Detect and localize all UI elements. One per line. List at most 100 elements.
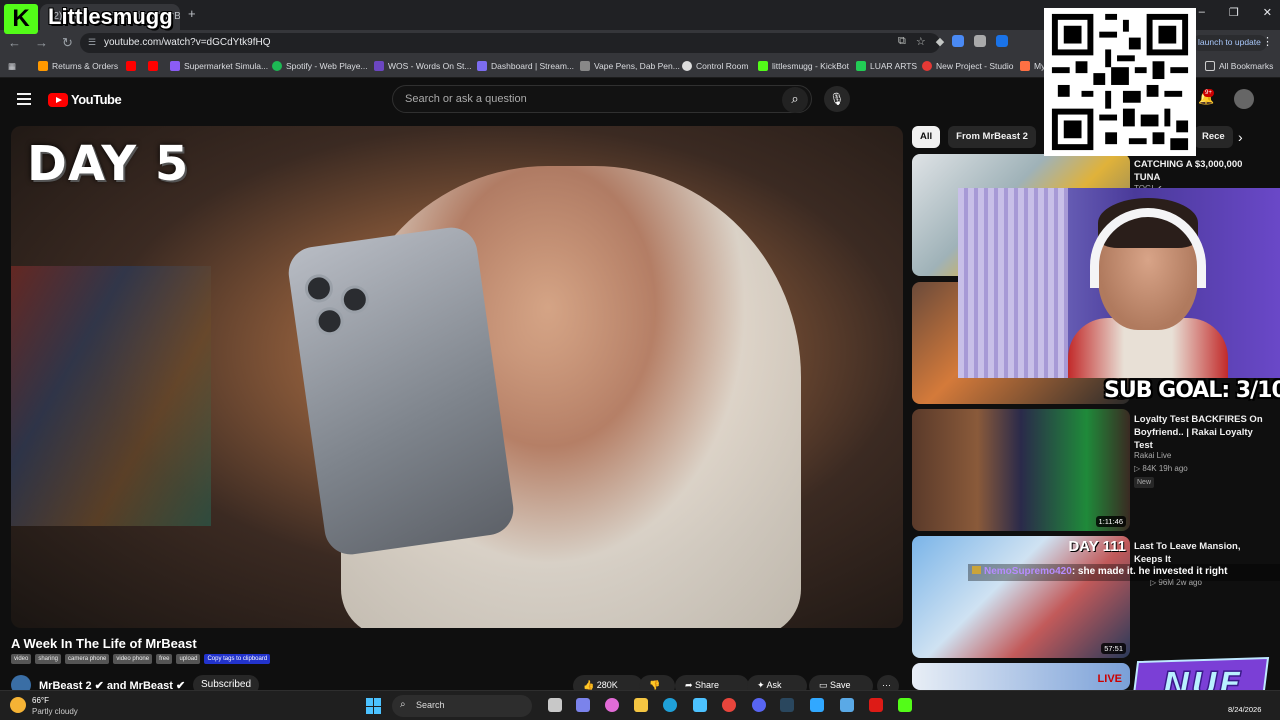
tag-chip[interactable]: free	[156, 654, 173, 664]
youtube-logo-text: YouTube	[71, 92, 122, 107]
video-overlay-text: DAY 5	[27, 136, 190, 192]
windows-start-icon[interactable]	[366, 698, 382, 714]
tag-chip[interactable]: camera phone	[65, 654, 110, 664]
steam-icon[interactable]	[780, 698, 794, 712]
bookmark-item[interactable]: Dashboard | Stream...	[477, 61, 574, 71]
angular-icon[interactable]	[869, 698, 883, 712]
apps-grid-icon[interactable]: ▦	[8, 61, 16, 72]
video-duration: 1:11:46	[1095, 516, 1126, 527]
chip-recent[interactable]: Rece	[1194, 126, 1233, 148]
bookmark-star-icon[interactable]: ☆	[916, 35, 926, 48]
phone-camera-lens	[303, 272, 335, 305]
photoshop-icon[interactable]	[810, 698, 824, 712]
new-tab-button[interactable]: +	[188, 6, 196, 21]
chevron-right-icon[interactable]: ›	[1238, 129, 1243, 145]
youtube-logo[interactable]: YouTube	[48, 92, 122, 107]
task-view-icon[interactable]	[548, 698, 562, 712]
search-icon: ⌕	[400, 699, 406, 710]
forward-icon[interactable]: →	[35, 35, 48, 51]
bookmark-youtube-icon[interactable]	[126, 61, 136, 71]
bookmark-item[interactable]: My	[1020, 61, 1045, 71]
close-icon[interactable]: ✕	[1263, 6, 1272, 19]
avatar[interactable]	[1234, 89, 1254, 109]
webcam-window-blind	[958, 188, 1068, 378]
tag-chip[interactable]: upload	[176, 654, 201, 664]
tag-chip[interactable]: video	[11, 654, 32, 664]
store-icon[interactable]	[693, 698, 707, 712]
new-badge: New	[1134, 477, 1155, 488]
channel-name[interactable]: Rakai Live	[1134, 451, 1171, 460]
minimize-icon[interactable]: –	[1199, 6, 1205, 19]
install-app-icon[interactable]: ⧉	[898, 35, 906, 48]
hamburger-menu-icon[interactable]	[17, 93, 31, 108]
bookmark-youtube-icon[interactable]	[148, 61, 158, 71]
tag-chip[interactable]: video phone	[113, 654, 153, 664]
chrome-icon[interactable]	[722, 698, 736, 712]
video-meta: ▷ 84K 19h ago	[1134, 464, 1188, 473]
qr-code	[1044, 8, 1196, 156]
teams-icon[interactable]	[576, 698, 590, 712]
bookmark-item[interactable]: Supermarket Simula...	[170, 61, 268, 71]
notepad-icon[interactable]	[840, 698, 854, 712]
chip-all[interactable]: All	[912, 126, 941, 148]
taskbar-date: 8/24/2026	[1228, 705, 1262, 714]
copilot-icon[interactable]	[605, 698, 619, 712]
extension-icon[interactable]	[952, 35, 964, 47]
browser-menu-icon[interactable]: ⋮	[1262, 35, 1273, 48]
weather-temperature: 66°F	[32, 696, 49, 705]
video-title: A Week In The Life of MrBeast	[11, 636, 197, 651]
chip-from-channel[interactable]: From MrBeast 2	[948, 126, 1036, 148]
video-title[interactable]: Loyalty Test BACKFIRES On Boyfriend.. | …	[1134, 413, 1268, 452]
share-label: Share	[695, 680, 720, 690]
video-thumbnail[interactable]: LIVE	[912, 663, 1130, 690]
video-tags: video sharing camera phone video phone f…	[11, 654, 271, 664]
file-explorer-icon[interactable]	[634, 698, 648, 712]
url-bar[interactable]: ☰ youtube.com/watch?v=dGCdYtk9fHQ	[80, 33, 940, 53]
thumbs-up-icon: 👍	[583, 680, 597, 690]
bookmark-item[interactable]: New Project - Studio	[922, 61, 1013, 71]
chat-badge-icon	[972, 566, 981, 574]
ask-label: Ask	[766, 680, 782, 690]
discord-icon[interactable]	[752, 698, 766, 712]
bookmark-item[interactable]: LUAR ARTS	[856, 61, 917, 71]
site-info-icon[interactable]: ☰	[88, 37, 96, 48]
search-input[interactable]: Search or ask a question	[392, 85, 812, 113]
weather-sun-icon	[10, 697, 26, 713]
bookmark-item[interactable]: littlesmugg - KickBot	[758, 61, 849, 71]
extension-icon[interactable]	[974, 35, 986, 47]
save-icon: ▭	[819, 680, 831, 690]
save-label: Save	[830, 680, 851, 690]
bookmark-item[interactable]: Vape Pens, Dab Pen...	[580, 61, 680, 71]
extension-icon[interactable]	[996, 35, 1008, 47]
update-button[interactable]: launch to update	[1192, 35, 1267, 51]
bookmark-item[interactable]: Control Room	[682, 61, 748, 71]
microphone-icon[interactable]: 🎙	[824, 86, 850, 112]
edge-icon[interactable]	[663, 698, 677, 712]
taskbar-search[interactable]: ⌕ Search	[392, 695, 532, 717]
bookmark-item[interactable]: WOS - Words On St...	[374, 61, 471, 71]
all-bookmarks[interactable]: All Bookmarks	[1205, 61, 1273, 71]
video-thumbnail[interactable]: DAY 111 57:51	[912, 536, 1130, 658]
tag-chip[interactable]: sharing	[35, 654, 62, 664]
streamer-name: Littlesmugg	[48, 4, 173, 29]
reload-icon[interactable]: ↻	[62, 35, 73, 51]
copy-tags-button[interactable]: Copy tags to clipboard	[204, 654, 271, 664]
chat-message: NemoSupremo420: she made it. he invested…	[968, 564, 1280, 581]
maximize-icon[interactable]: ❐	[1229, 6, 1239, 19]
video-title[interactable]: Last To Leave Mansion, Keeps It	[1134, 540, 1268, 566]
windows-taskbar: 66°F Partly cloudy ⌕ Search 8/24/2026	[0, 690, 1280, 720]
sub-goal-text: SUB GOAL: 3/10	[1104, 378, 1280, 403]
video-player[interactable]: DAY 5	[11, 126, 903, 628]
extension-icon[interactable]: ◆	[936, 35, 944, 48]
thumbs-down-icon: 👎	[649, 680, 661, 690]
back-icon[interactable]: ←	[8, 35, 21, 51]
search-icon[interactable]: ⌕	[782, 87, 808, 113]
kick-app-icon[interactable]	[898, 698, 912, 712]
taskbar-search-label: Search	[416, 700, 445, 710]
extensions-area	[952, 35, 1008, 47]
video-title[interactable]: CATCHING A $3,000,000 TUNA	[1134, 158, 1268, 184]
video-duration: 57:51	[1101, 643, 1126, 654]
video-thumbnail[interactable]: 1:11:46	[912, 409, 1130, 531]
bookmark-item[interactable]: Returns & Orders	[38, 61, 118, 71]
bookmark-item[interactable]: Spotify - Web Playe...	[272, 61, 368, 71]
